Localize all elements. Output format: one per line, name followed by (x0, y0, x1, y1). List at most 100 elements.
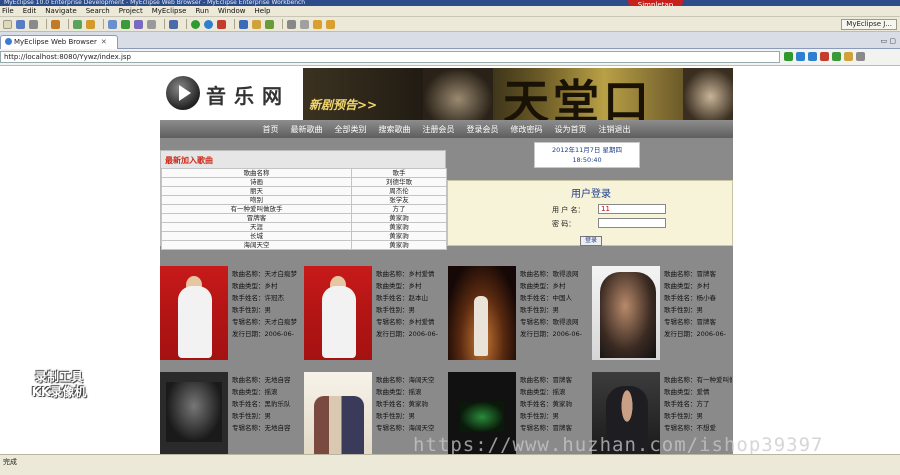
next-annotation-icon[interactable] (300, 19, 309, 29)
singer-name: 歌手姓名：黄家驹 (376, 400, 428, 408)
username-input[interactable]: 11 (598, 204, 666, 214)
nav-set-homepage[interactable]: 设为首页 (549, 124, 593, 135)
nav-change-password[interactable]: 修改密码 (505, 124, 549, 135)
menu-search[interactable]: Search (86, 7, 110, 15)
deploy-icon[interactable] (73, 19, 82, 29)
menu-file[interactable]: File (2, 7, 14, 15)
song-name: 歌曲名称：海阔天空 (376, 376, 435, 384)
nav-register[interactable]: 注册会员 (417, 124, 461, 135)
nav-search-songs[interactable]: 搜索歌曲 (373, 124, 417, 135)
save-icon[interactable] (16, 19, 25, 29)
toolbar-separator (164, 19, 165, 29)
album-name: 专辑名称：乡村爱情 (376, 318, 435, 326)
open-type-icon[interactable] (252, 19, 261, 29)
perspective-switcher[interactable]: MyEclipse J... (841, 19, 897, 30)
toolbar-separator (68, 19, 69, 29)
nav-all-categories[interactable]: 全部类别 (329, 124, 373, 135)
site-logo[interactable]: 音乐网 (160, 68, 303, 120)
search-icon[interactable] (265, 19, 274, 29)
print-icon[interactable] (29, 19, 38, 29)
forward-icon[interactable] (326, 19, 335, 29)
release-date: 发行日期：2006-06- (232, 330, 295, 338)
back-icon[interactable] (313, 19, 322, 29)
menu-edit[interactable]: Edit (23, 7, 37, 15)
refresh-icon[interactable] (832, 52, 841, 61)
song-name-cell[interactable]: 吻别 (161, 195, 352, 205)
menu-navigate[interactable]: Navigate (45, 7, 76, 15)
song-card[interactable]: 歌曲名称：乡村爱情 歌曲类型：乡村 歌手姓名：赵本山 歌手性别：男 专辑名称：乡… (304, 266, 444, 362)
banner-ad[interactable]: 新剧预告>> 天堂口 (303, 68, 733, 120)
close-icon[interactable]: ✕ (101, 38, 107, 46)
song-card[interactable]: 歌曲名称：冒牌客 歌曲类型：乡村 歌手姓名：杨小春 歌手性别：男 专辑名称：冒牌… (592, 266, 732, 362)
new-songs-table: 歌曲名称 歌手 诗画 刘德华歌 丽天 周杰伦 吻别 张学友 有一种爱叫做放手 方… (161, 168, 447, 250)
monitor-icon[interactable] (169, 19, 178, 29)
singer-cell: 周杰伦 (351, 186, 447, 196)
menu-project[interactable]: Project (119, 7, 143, 15)
go-icon[interactable] (784, 52, 793, 61)
run-icon[interactable] (191, 19, 200, 29)
play-icon (166, 76, 200, 110)
singer-gender: 歌手性别：男 (520, 412, 559, 420)
album-cover[interactable] (160, 372, 228, 454)
nav-latest-songs[interactable]: 最新歌曲 (285, 124, 329, 135)
toolbar-separator (234, 19, 235, 29)
url-input[interactable]: http://localhost:8080/Yywz/index.jsp (0, 51, 780, 63)
server-icon[interactable] (86, 19, 95, 29)
album-cover[interactable] (592, 266, 660, 360)
menu-help[interactable]: Help (255, 7, 271, 15)
home-icon[interactable] (844, 52, 853, 61)
album-cover[interactable] (304, 372, 372, 454)
web-project-icon[interactable] (108, 19, 117, 29)
tab-web-browser[interactable]: MyEclipse Web Browser ✕ (0, 35, 118, 49)
song-name-cell[interactable]: 有一种爱叫做放手 (161, 204, 352, 214)
song-type: 歌曲类型：摇滚 (376, 388, 422, 396)
nav-login[interactable]: 登录会员 (461, 124, 505, 135)
new-class-icon[interactable] (239, 19, 248, 29)
song-card[interactable]: 歌曲名称：天才白痴梦 歌曲类型：乡村 歌手姓名：许冠杰 歌手性别：男 专辑名称：… (160, 266, 300, 362)
song-name-cell[interactable]: 天涯 (161, 222, 352, 232)
singer-cell: 黄家驹 (351, 231, 447, 241)
forward-icon[interactable] (808, 52, 817, 61)
singer-cell: 方了 (351, 204, 447, 214)
song-name-cell[interactable]: 丽天 (161, 186, 352, 196)
menu-window[interactable]: Window (218, 7, 246, 15)
login-title: 用户登录 (571, 189, 611, 200)
external-tools-icon[interactable] (217, 19, 226, 29)
menu-myeclipse[interactable]: MyEclipse (152, 7, 187, 15)
album-cover[interactable] (448, 266, 516, 360)
column-header: 歌手 (351, 168, 447, 178)
table-header-row: 歌曲名称 歌手 (161, 168, 447, 178)
song-name-cell[interactable]: 冒牌客 (161, 213, 352, 223)
annotation-icon[interactable] (287, 19, 296, 29)
song-name-cell[interactable]: 长城 (161, 231, 352, 241)
minimize-maximize-icon[interactable]: ▭ ▢ (881, 37, 896, 45)
song-type: 歌曲类型：乡村 (376, 282, 422, 290)
album-cover[interactable] (160, 266, 228, 360)
release-date: 发行日期：2006-06- (376, 330, 439, 338)
banner-title: 天堂口 (503, 75, 653, 120)
album-cover[interactable] (304, 266, 372, 360)
recorder-watermark-line1: 录制工具 (34, 370, 83, 384)
song-name-cell[interactable]: 海阔天空 (161, 240, 352, 250)
login-button[interactable]: 登录 (580, 236, 602, 246)
password-input[interactable] (598, 218, 666, 228)
web-service-icon[interactable] (121, 19, 130, 29)
song-card[interactable]: 歌曲名称：歌得浪网 歌曲类型：乡村 歌手姓名：中国人 歌手性别：男 专辑名称：歌… (448, 266, 588, 362)
nav-home[interactable]: 首页 (257, 124, 285, 135)
username-label: 用 户 名： (552, 206, 585, 214)
settings-icon[interactable] (856, 52, 865, 61)
debug-icon[interactable] (204, 19, 213, 29)
song-card[interactable]: 歌曲名称：无地自容 歌曲类型：摇滚 歌手姓名：黑豹乐队 歌手性别：男 专辑名称：… (160, 372, 300, 454)
table-row: 有一种爱叫做放手 方了 (161, 204, 447, 214)
song-name-cell[interactable]: 诗画 (161, 177, 352, 187)
stop-icon[interactable] (820, 52, 829, 61)
menu-run[interactable]: Run (195, 7, 208, 15)
database-icon[interactable] (134, 19, 143, 29)
package-icon[interactable] (51, 19, 60, 29)
nav-logout[interactable]: 注销退出 (593, 124, 637, 135)
song-info: 歌曲名称：有一种爱叫做放手 歌曲类型：爱情 歌手姓名：方了 歌手性别：男 专辑名… (664, 374, 732, 434)
back-icon[interactable] (796, 52, 805, 61)
browser-icon[interactable] (147, 19, 156, 29)
toolbar-separator (46, 19, 47, 29)
new-icon[interactable] (3, 19, 12, 29)
